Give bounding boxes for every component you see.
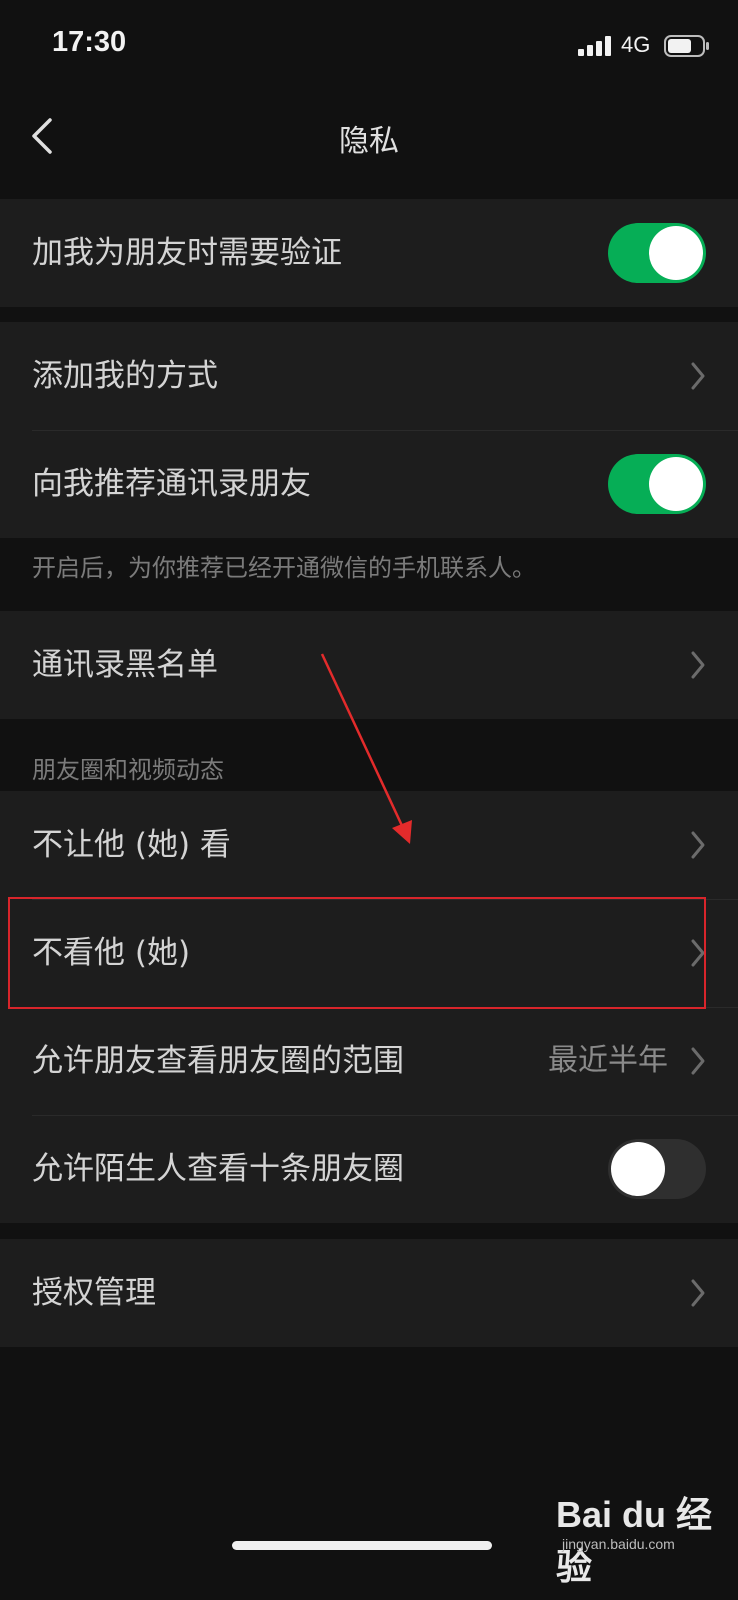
moments-section-header: 朋友圈和视频动态	[32, 756, 224, 784]
cell-label: 添加我的方式	[32, 358, 218, 394]
cell-label: 通讯录黑名单	[32, 647, 218, 683]
nav-bar: 隐私	[0, 92, 738, 196]
status-bar: 17:30 4G	[0, 0, 738, 92]
moments-range-value: 最近半年	[548, 1043, 668, 1078]
group-verification: 加我为朋友时需要验证	[0, 199, 738, 307]
cell-require-verification[interactable]: 加我为朋友时需要验证	[0, 199, 738, 307]
chevron-right-icon	[691, 362, 705, 390]
cell-label: 允许朋友查看朋友圈的范围	[32, 1043, 404, 1079]
cell-label: 向我推荐通讯录朋友	[32, 466, 311, 502]
cell-strangers-view-ten-posts[interactable]: 允许陌生人查看十条朋友圈	[0, 1115, 738, 1223]
cell-label: 不让他 (她) 看	[32, 827, 231, 863]
chevron-right-icon	[691, 651, 705, 679]
page-title: 隐私	[339, 124, 399, 159]
cell-contacts-blacklist[interactable]: 通讯录黑名单	[0, 611, 738, 719]
cell-moments-visible-range[interactable]: 允许朋友查看朋友圈的范围 最近半年	[0, 1007, 738, 1115]
chevron-right-icon	[691, 939, 705, 967]
switch-knob	[649, 226, 703, 280]
cell-add-me-methods[interactable]: 添加我的方式	[0, 322, 738, 430]
cell-hide-my-moments[interactable]: 不让他 (她) 看	[0, 791, 738, 899]
group-blacklist: 通讯录黑名单	[0, 611, 738, 719]
cell-recommend-contacts[interactable]: 向我推荐通讯录朋友	[0, 430, 738, 538]
group-moments: 不让他 (她) 看 不看他 (她) 允许朋友查看朋友圈的范围 最近半年 允许陌生…	[0, 791, 738, 1223]
baidu-jingyan-watermark: Bai du 经验 jingyan.baidu.com	[556, 1486, 731, 1587]
network-type: 4G	[621, 32, 651, 57]
group-add-methods: 添加我的方式 向我推荐通讯录朋友	[0, 322, 738, 538]
signal-bars-icon	[578, 36, 611, 56]
chevron-right-icon	[691, 1279, 705, 1307]
switch-knob	[649, 457, 703, 511]
cell-hide-their-moments[interactable]: 不看他 (她)	[0, 899, 738, 1007]
require-verification-toggle[interactable]	[608, 223, 706, 283]
cell-authorization-management[interactable]: 授权管理	[0, 1239, 738, 1347]
cell-label: 不看他 (她)	[32, 935, 191, 971]
recommend-contacts-footer: 开启后，为你推荐已经开通微信的手机联系人。	[32, 554, 536, 582]
chevron-right-icon	[691, 831, 705, 859]
cell-label: 加我为朋友时需要验证	[32, 235, 342, 271]
recommend-contacts-toggle[interactable]	[608, 454, 706, 514]
group-authorization: 授权管理	[0, 1239, 738, 1347]
cell-label: 授权管理	[32, 1275, 156, 1311]
strangers-view-toggle[interactable]	[608, 1139, 706, 1199]
chevron-right-icon	[691, 1047, 705, 1075]
status-time: 17:30	[52, 26, 127, 58]
cell-label: 允许陌生人查看十条朋友圈	[32, 1151, 404, 1187]
switch-knob	[611, 1142, 665, 1196]
watermark-url: jingyan.baidu.com	[562, 1536, 675, 1552]
home-indicator[interactable]	[232, 1541, 492, 1550]
battery-icon	[664, 35, 709, 57]
